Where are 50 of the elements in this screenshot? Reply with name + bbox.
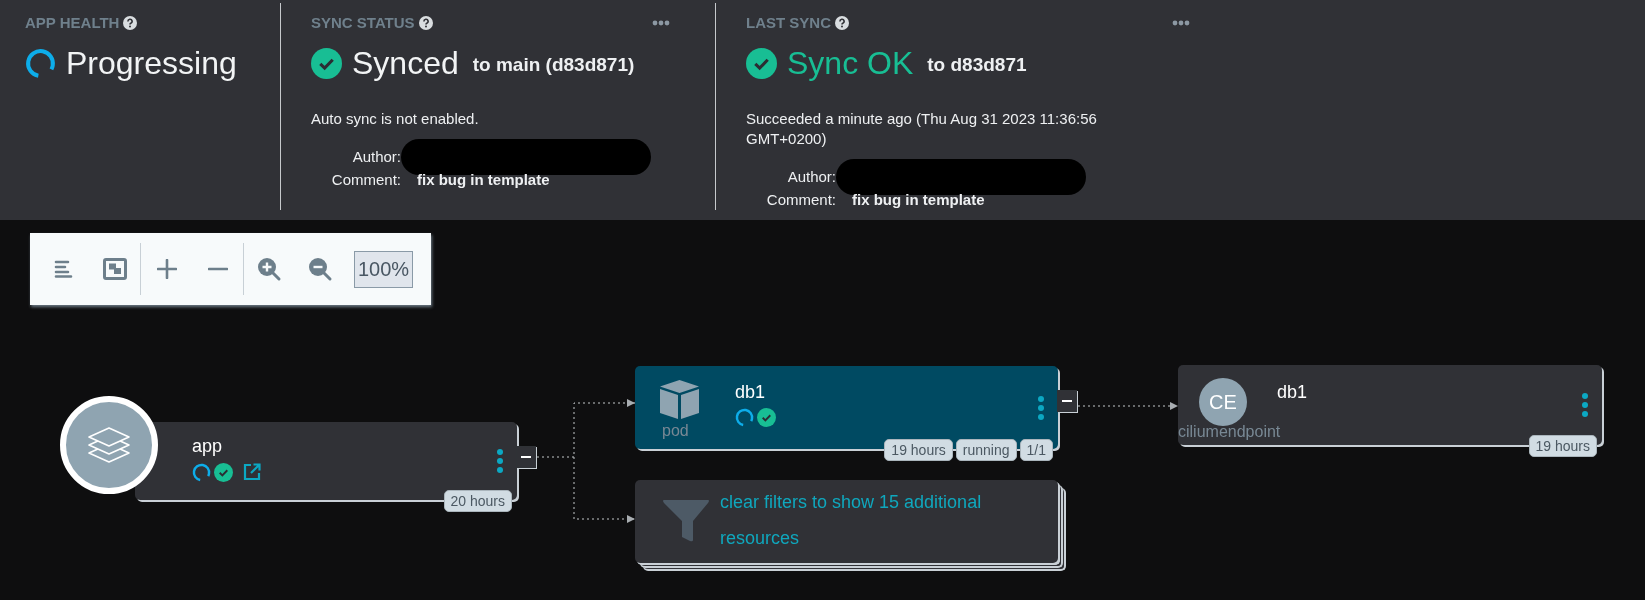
plus-icon[interactable] [156, 259, 177, 279]
clear-filters-link[interactable]: clear filters to show 15 additional resources [720, 484, 1018, 556]
help-icon[interactable] [418, 15, 433, 30]
panel-title: LAST SYNC [746, 14, 831, 31]
help-icon[interactable] [123, 15, 138, 30]
status-message: Auto sync is not enabled. [311, 109, 480, 129]
more-icon[interactable] [1582, 393, 1588, 417]
more-icon[interactable] [497, 449, 503, 473]
more-icon[interactable] [1172, 20, 1190, 26]
collapse-button[interactable] [516, 446, 536, 468]
status-text: Progressing [66, 44, 237, 83]
node-type-label: ciliumendpoint [1178, 423, 1281, 441]
panel-title: APP HEALTH [25, 14, 120, 31]
node-name: app [192, 436, 223, 457]
more-icon[interactable] [652, 20, 670, 26]
check-icon [746, 47, 777, 79]
field-label: Comment: [330, 170, 401, 189]
zoom-in-icon[interactable] [257, 256, 282, 282]
external-link-icon[interactable] [242, 462, 262, 482]
node-name: db1 [735, 382, 766, 403]
collapse-button[interactable] [1057, 390, 1077, 412]
panel-title: SYNC STATUS [311, 14, 415, 31]
status-message: Succeeded a minute ago (Thu Aug 31 2023 11:36:56 GMT+0200) [746, 109, 1098, 149]
info-tag: 19 hours [1528, 435, 1597, 457]
status-text: Sync OK [787, 44, 914, 83]
sync-target: to d83d871 [927, 54, 1027, 76]
fit-to-screen-icon[interactable] [101, 257, 128, 281]
field-label: Author: [786, 167, 836, 186]
progress-icon [25, 47, 56, 79]
help-icon[interactable] [835, 15, 849, 30]
check-icon [311, 47, 342, 79]
sync-target: to main (d83d871) [472, 54, 635, 76]
field-value: fix bug in template [851, 190, 986, 209]
funnel-icon [662, 499, 710, 542]
field-value: fix bug in template [416, 170, 551, 189]
info-tag: 1/1 [1019, 439, 1053, 461]
info-tag: 20 hours [443, 490, 512, 512]
minus-icon[interactable] [207, 267, 228, 271]
info-tag: 19 hours [884, 439, 953, 461]
status-text: Synced [352, 44, 459, 83]
field-label: Comment: [765, 190, 836, 209]
zoom-out-icon[interactable] [308, 256, 333, 282]
node-type-label: pod [662, 422, 689, 440]
more-icon[interactable] [1038, 395, 1044, 420]
zoom-level-field[interactable]: 100% [354, 250, 414, 288]
cube-icon [658, 378, 701, 421]
field-label: Author: [351, 147, 401, 166]
info-tag: running [955, 439, 1017, 461]
list-icon[interactable] [53, 260, 74, 278]
node-name: db1 [1277, 382, 1308, 403]
